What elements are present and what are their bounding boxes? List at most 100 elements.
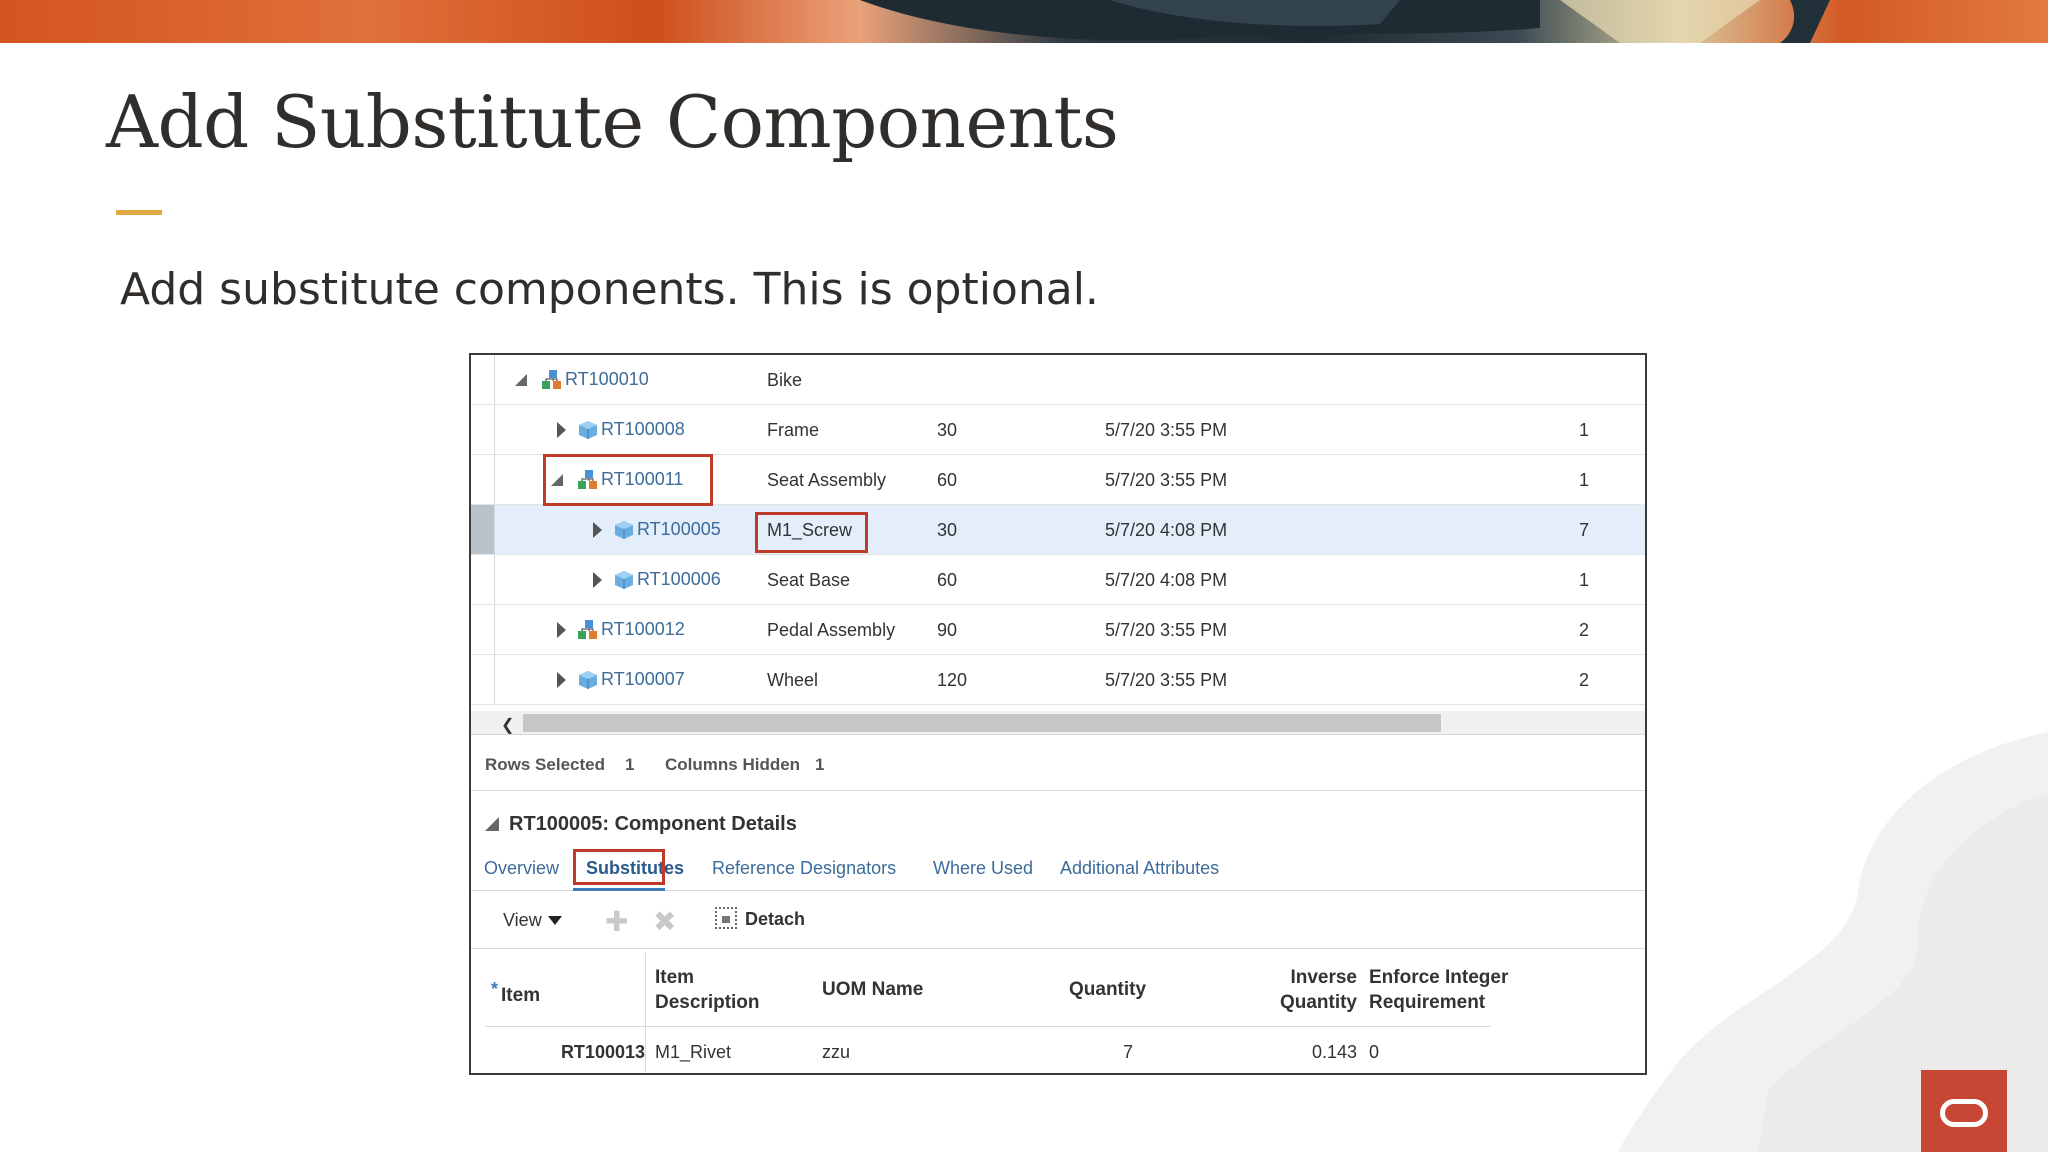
x-icon[interactable]: ✖: [653, 908, 676, 936]
column-header-line: Requirement: [1369, 992, 1486, 1013]
item-link[interactable]: RT100012: [601, 619, 685, 640]
tree-row[interactable]: RT100007 Wheel 120 5/7/20 3:55 PM 2: [471, 655, 1645, 705]
tab-additional-attributes[interactable]: Additional Attributes: [1060, 858, 1219, 879]
scrollbar-thumb[interactable]: [523, 714, 1441, 732]
count-cell: 2: [1579, 670, 1590, 690]
horizontal-scrollbar[interactable]: ❮: [471, 711, 1645, 735]
tab-where-used[interactable]: Where Used: [933, 858, 1033, 879]
substitutes-grid-header: * Item Item Description UOM Name Quantity …: [485, 953, 1508, 1027]
component-cube-icon: [579, 421, 597, 439]
tree-row[interactable]: RT100012 Pedal Assembly 90 5/7/20 3:55 P…: [471, 605, 1645, 655]
count-cell: 2: [1579, 620, 1590, 640]
column-header-line: Quantity: [1279, 992, 1357, 1013]
rows-selected-value: 1: [625, 755, 635, 774]
substitute-item-cell: RT100013: [560, 1042, 645, 1062]
columns-hidden-label: Columns Hidden: [665, 755, 801, 774]
row-gutter: [471, 355, 495, 404]
slide-title: Add Substitute Components: [106, 80, 1119, 164]
column-header-item[interactable]: * Item: [491, 977, 540, 1008]
date-cell: 5/7/20 4:08 PM: [1105, 520, 1228, 540]
count-cell: 1: [1579, 470, 1590, 490]
required-marker: *: [491, 979, 499, 999]
highlight-box-rt100011: [543, 454, 713, 506]
component-screenshot: RT100010 Bike RT100008 Frame 30 5/7/20 3…: [469, 353, 1647, 1075]
quantity-cell: 120: [937, 670, 968, 690]
date-cell: 5/7/20 3:55 PM: [1105, 420, 1228, 440]
column-header-inverse-quantity[interactable]: Inverse Quantity: [1225, 965, 1357, 1015]
expand-toggle-icon[interactable]: [593, 572, 602, 588]
column-header-line: Inverse: [1290, 967, 1357, 988]
collapse-section-icon[interactable]: [485, 817, 499, 831]
rows-selected-label: Rows Selected: [485, 755, 605, 774]
detach-label: Detach: [745, 909, 806, 929]
expand-toggle-icon[interactable]: [557, 672, 566, 688]
component-cube-icon: [615, 521, 633, 539]
oracle-logo: [1921, 1070, 2007, 1152]
description-cell: Wheel: [767, 670, 819, 690]
quantity-cell: 30: [937, 520, 958, 540]
substitute-uom-cell: zzu: [822, 1042, 851, 1062]
tree-row[interactable]: RT100008 Frame 30 5/7/20 3:55 PM 1: [471, 405, 1645, 455]
expand-toggle-icon[interactable]: [557, 622, 566, 638]
view-menu-button[interactable]: View: [503, 910, 562, 931]
item-link[interactable]: RT100006: [637, 569, 721, 590]
description-cell: Bike: [767, 370, 803, 390]
description-cell: Frame: [767, 420, 820, 440]
row-gutter: [471, 655, 495, 704]
item-link[interactable]: RT100007: [601, 669, 685, 690]
tree-row[interactable]: RT100010 Bike: [471, 355, 1645, 405]
tree-row[interactable]: RT100006 Seat Base 60 5/7/20 4:08 PM 1: [471, 555, 1645, 605]
quantity-cell: 90: [937, 620, 958, 640]
substitute-row[interactable]: RT100013 M1_Rivet zzu 7 0.143 0: [485, 1028, 1491, 1072]
date-cell: 5/7/20 3:55 PM: [1105, 470, 1228, 490]
detach-button[interactable]: Detach: [715, 907, 805, 930]
row-gutter: [471, 605, 495, 654]
view-menu-label: View: [503, 910, 542, 930]
expand-toggle-icon[interactable]: [515, 374, 527, 386]
quantity-cell: 60: [937, 470, 958, 490]
banner-art: [860, 0, 1830, 43]
date-cell: 5/7/20 3:55 PM: [1105, 670, 1228, 690]
column-header-line: Enforce Integer: [1369, 967, 1509, 988]
expand-toggle-icon[interactable]: [557, 422, 566, 438]
tab-overview[interactable]: Overview: [484, 858, 559, 879]
substitute-enforce-integer-cell: 0: [1369, 1042, 1380, 1062]
component-cube-icon: [615, 571, 633, 589]
detach-icon: [715, 907, 737, 929]
table-status-bar: Rows Selected 1 Columns Hidden 1: [471, 735, 1645, 791]
column-header-item-label: Item: [501, 985, 541, 1006]
row-gutter: [471, 505, 495, 554]
title-accent-rule: [116, 210, 162, 215]
substitutes-toolbar: View ✚ ✖ Detach: [471, 895, 1645, 949]
count-cell: 7: [1579, 520, 1590, 540]
slide-subtitle: Add substitute components. This is optio…: [120, 264, 1099, 315]
description-cell: Pedal Assembly: [767, 620, 896, 640]
item-link[interactable]: RT100005: [637, 519, 721, 540]
row-gutter: [471, 405, 495, 454]
substitute-quantity-cell: 7: [1122, 1042, 1133, 1062]
tree-row-selected[interactable]: RT100005 M1_Screw 30 5/7/20 4:08 PM 7: [471, 505, 1645, 555]
active-tab-indicator: [573, 888, 665, 891]
date-cell: 5/7/20 3:55 PM: [1105, 620, 1228, 640]
columns-hidden-value: 1: [815, 755, 825, 774]
assembly-icon: [578, 620, 597, 639]
date-cell: 5/7/20 4:08 PM: [1105, 570, 1228, 590]
tab-reference-designators[interactable]: Reference Designators: [712, 858, 896, 879]
row-gutter: [471, 555, 495, 604]
item-link[interactable]: RT100010: [565, 369, 649, 390]
expand-toggle-icon[interactable]: [593, 522, 602, 538]
assembly-icon: [542, 370, 561, 389]
component-details-title: RT100005: Component Details: [509, 813, 797, 835]
scroll-left-icon[interactable]: ❮: [501, 715, 514, 735]
column-header-quantity[interactable]: Quantity: [1069, 977, 1146, 1002]
column-header-uom-name[interactable]: UOM Name: [822, 977, 923, 1002]
dropdown-caret-icon: [547, 916, 562, 925]
plus-icon[interactable]: ✚: [605, 908, 628, 936]
column-header-item-description[interactable]: Item Description: [655, 965, 760, 1015]
decorative-banner: [0, 0, 2048, 43]
description-cell: Seat Assembly: [767, 470, 887, 490]
component-details-header[interactable]: RT100005: Component Details: [485, 813, 797, 836]
column-header-line: Description: [655, 992, 760, 1013]
column-header-enforce-integer[interactable]: Enforce Integer Requirement: [1369, 965, 1508, 1015]
item-link[interactable]: RT100008: [601, 419, 685, 440]
